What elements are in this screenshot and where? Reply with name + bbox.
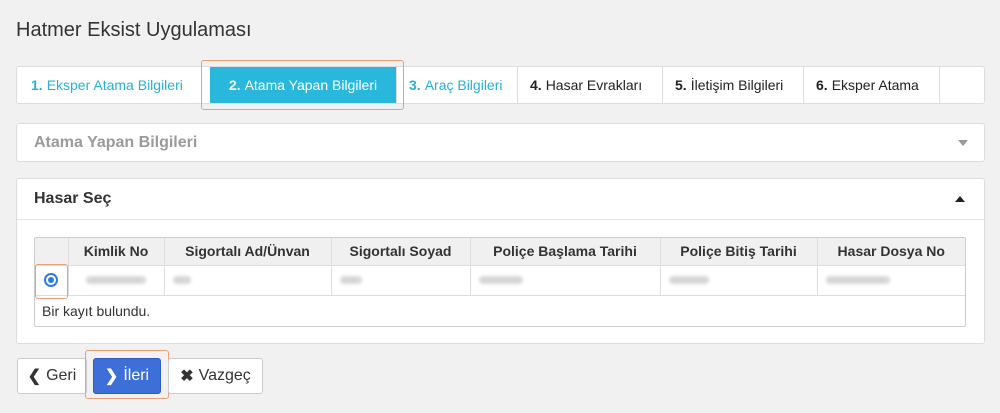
- step-label: Araç Bilgileri: [424, 77, 503, 93]
- column-header-police-bitis[interactable]: Poliçe Bitiş Tarihi: [660, 238, 818, 266]
- caret-up-icon[interactable]: [955, 196, 965, 202]
- panel-atama-yapan-bilgileri[interactable]: Atama Yapan Bilgileri: [16, 123, 985, 162]
- cell-sigortali-soyad: [331, 265, 471, 296]
- row-select-radio[interactable]: [44, 272, 59, 287]
- table-header-row: Kimlik No Sigortalı Ad/Ünvan Sigortalı S…: [35, 238, 965, 266]
- redacted-value: [825, 275, 890, 284]
- panel-header[interactable]: Hasar Seç: [17, 179, 984, 220]
- step-number: 6.: [816, 77, 828, 93]
- redacted-value: [172, 275, 191, 284]
- select-column-header: [35, 238, 69, 266]
- chevron-left-icon: ❮: [27, 368, 42, 385]
- step-eksper-atama-bilgileri[interactable]: 1. Eksper Atama Bilgileri: [17, 67, 202, 103]
- column-header-sigortali-ad[interactable]: Sigortalı Ad/Ünvan: [164, 238, 332, 266]
- panel-title: Hasar Seç: [34, 190, 112, 207]
- step-eksper-atama[interactable]: 6. Eksper Atama: [804, 67, 940, 103]
- chevron-right-icon: ❯: [104, 368, 119, 385]
- column-header-kimlik-no[interactable]: Kimlik No: [68, 238, 165, 266]
- step-hasar-evraklari[interactable]: 4. Hasar Evrakları: [518, 67, 663, 103]
- panel-title: Atama Yapan Bilgileri: [34, 134, 198, 151]
- cell-sigortali-ad: [164, 265, 332, 296]
- column-header-police-baslama[interactable]: Poliçe Başlama Tarihi: [470, 238, 661, 266]
- step-label: Eksper Atama: [831, 77, 919, 93]
- next-button[interactable]: ❯ İleri: [93, 358, 161, 394]
- cell-hasar-dosya-no: [817, 265, 965, 296]
- back-button[interactable]: ❮ Geri: [17, 358, 87, 394]
- next-button-label: İleri: [123, 367, 150, 384]
- back-button-label: Geri: [46, 367, 77, 384]
- step-arac-bilgileri[interactable]: 3. Araç Bilgileri: [397, 67, 518, 103]
- column-header-hasar-dosya-no[interactable]: Hasar Dosya No: [817, 238, 965, 266]
- redacted-value: [668, 275, 709, 284]
- step-number: 5.: [675, 77, 687, 93]
- panel-hasar-sec: Hasar Seç Kimlik No Sigortalı Ad/Ünvan S…: [16, 178, 985, 344]
- step-label: İletişim Bilgileri: [690, 77, 784, 93]
- redacted-value: [86, 275, 146, 284]
- app-title: Hatmer Eksist Uygulaması: [16, 19, 252, 41]
- step-number: 1.: [31, 77, 43, 93]
- caret-down-icon[interactable]: [958, 140, 968, 146]
- step-number: 3.: [409, 77, 421, 93]
- cell-police-bitis: [660, 265, 818, 296]
- step-label: Hasar Evrakları: [545, 77, 643, 93]
- cancel-button-label: Vazgeç: [198, 367, 251, 384]
- hasar-grid: Kimlik No Sigortalı Ad/Ünvan Sigortalı S…: [34, 237, 966, 327]
- step-iletisim-bilgileri[interactable]: 5. İletişim Bilgileri: [663, 67, 804, 103]
- row-select-cell[interactable]: [35, 263, 69, 299]
- step-label: Atama Yapan Bilgileri: [244, 77, 378, 93]
- close-icon: ✖: [180, 368, 194, 385]
- step-label: Eksper Atama Bilgileri: [46, 77, 183, 93]
- cell-kimlik-no: [68, 265, 165, 296]
- hasar-table: Kimlik No Sigortalı Ad/Ünvan Sigortalı S…: [35, 238, 965, 299]
- redacted-value: [478, 275, 523, 284]
- step-number: 4.: [530, 77, 542, 93]
- step-number: 2.: [228, 77, 241, 93]
- step-atama-yapan-bilgileri[interactable]: 2. Atama Yapan Bilgileri: [201, 60, 404, 110]
- grid-footer-status: Bir kayıt bulundu.: [42, 303, 151, 319]
- cancel-button[interactable]: ✖ Vazgeç: [168, 358, 263, 394]
- cell-police-baslama: [470, 265, 661, 296]
- redacted-value: [339, 275, 362, 284]
- table-row[interactable]: [35, 263, 965, 299]
- column-header-sigortali-soyad[interactable]: Sigortalı Soyad: [331, 238, 471, 266]
- wizard-steps: 1. Eksper Atama Bilgileri 2. Atama Yapan B…: [16, 60, 985, 110]
